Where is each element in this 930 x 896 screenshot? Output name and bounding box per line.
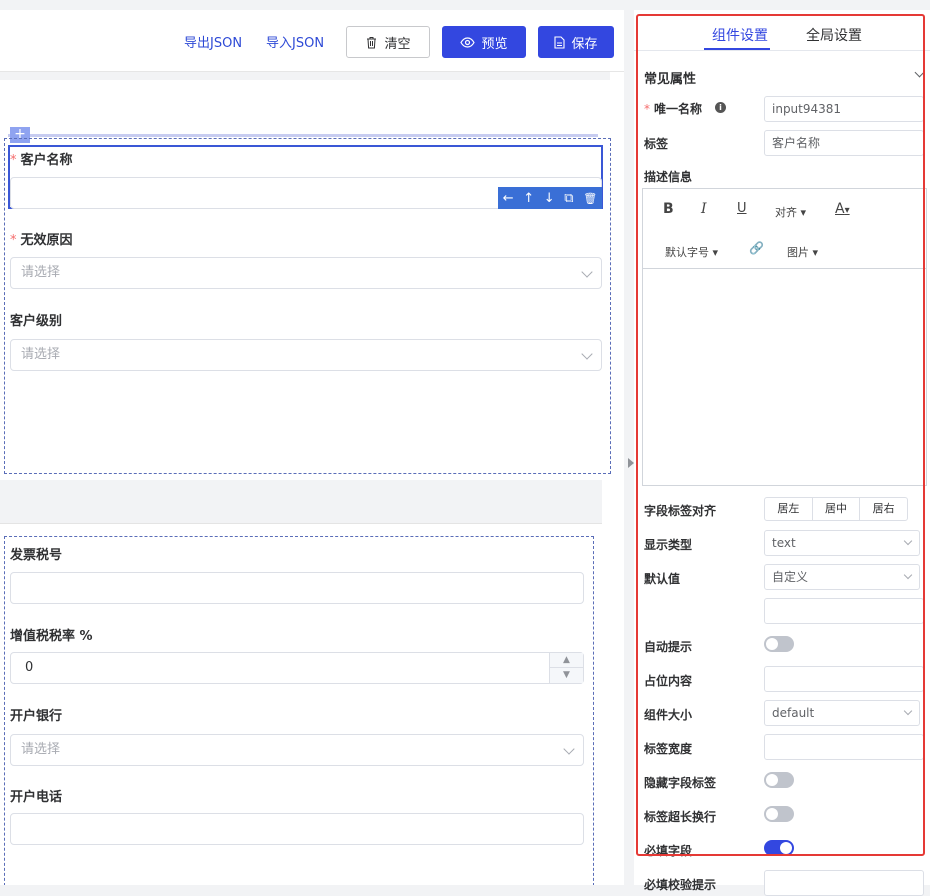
hide-label-label: 隐藏字段标签: [644, 776, 717, 790]
vat-rate-number-input[interactable]: 0 ▲ ▼: [10, 652, 584, 684]
panel-resize-handle[interactable]: [624, 10, 634, 885]
bold-icon[interactable]: B: [663, 201, 674, 217]
wrap-label-label: 标签超长换行: [644, 810, 717, 824]
copy-icon[interactable]: ⧉: [564, 191, 573, 206]
display-type-select[interactable]: text: [764, 530, 920, 556]
font-color-icon[interactable]: A▾: [835, 201, 850, 217]
required-field-switch[interactable]: [764, 840, 794, 856]
required-field-label: 必填字段: [644, 844, 693, 858]
settings-panel: 组件设置 全局设置 常见属性 * 唯一名称 i input94381 标签 客户名…: [634, 10, 930, 896]
chevron-down-icon: [581, 348, 593, 360]
component-size-select[interactable]: default: [764, 700, 920, 726]
image-dropdown[interactable]: 图片 ▾: [787, 244, 818, 260]
align-left-option[interactable]: 居左: [765, 498, 813, 520]
placeholder-input[interactable]: [764, 666, 924, 692]
drop-indicator: [8, 134, 598, 137]
label-width-input[interactable]: [764, 734, 924, 760]
bank-select[interactable]: 请选择: [10, 734, 584, 766]
chevron-down-icon: [563, 743, 575, 755]
section-title[interactable]: 常见属性: [644, 68, 696, 87]
number-stepper[interactable]: ▲ ▼: [549, 653, 583, 683]
arrow-left-icon[interactable]: ←: [503, 191, 514, 206]
font-size-dropdown[interactable]: 默认字号 ▾: [665, 244, 718, 260]
placeholder-label: 占位内容: [644, 674, 693, 688]
label-align-segmented: 居左 居中 居右: [764, 497, 908, 521]
label-input[interactable]: 客户名称: [764, 130, 924, 156]
underline-icon[interactable]: U: [737, 201, 747, 216]
field-label-customer-level: 客户级别: [10, 314, 63, 329]
align-right-option[interactable]: 居右: [860, 498, 907, 520]
field-label-bank: 开户银行: [10, 709, 63, 724]
unique-name-label: * 唯一名称: [644, 102, 703, 116]
label-width-label: 标签宽度: [644, 742, 693, 756]
tab-component-settings[interactable]: 组件设置: [712, 25, 768, 45]
stepper-up-icon[interactable]: ▲: [550, 653, 583, 668]
default-value-input[interactable]: [764, 598, 924, 624]
canvas-body: + * 客户名称 ← ↑ ↓ ⧉ 🗑 * 无效原因 请选择 客户级别 请选择 发票税…: [0, 10, 624, 885]
chevron-down-icon: [903, 570, 913, 580]
section-separator: [0, 480, 602, 524]
arrow-up-icon[interactable]: ↑: [523, 191, 534, 206]
align-dropdown[interactable]: 对齐 ▾: [775, 204, 806, 220]
autocomplete-label: 自动提示: [644, 640, 693, 654]
canvas-strip: [0, 72, 610, 80]
wrap-label-switch[interactable]: [764, 806, 794, 822]
label-field-label: 标签: [644, 137, 669, 151]
chevron-down-icon: [581, 266, 593, 278]
italic-icon[interactable]: I: [701, 201, 707, 217]
stepper-down-icon[interactable]: ▼: [550, 668, 583, 683]
default-value-label: 默认值: [644, 572, 681, 586]
info-icon[interactable]: i: [715, 102, 726, 113]
delete-icon[interactable]: 🗑: [583, 192, 597, 205]
label-align-label: 字段标签对齐: [644, 504, 717, 518]
default-value-select[interactable]: 自定义: [764, 564, 920, 590]
chevron-down-icon: [903, 706, 913, 716]
field-label-invalid-reason: * 无效原因: [10, 233, 73, 248]
component-size-label: 组件大小: [644, 708, 693, 722]
autocomplete-switch[interactable]: [764, 636, 794, 652]
description-label: 描述信息: [644, 170, 693, 184]
invalid-reason-select[interactable]: 请选择: [10, 257, 602, 289]
hide-label-switch[interactable]: [764, 772, 794, 788]
align-center-option[interactable]: 居中: [813, 498, 861, 520]
arrow-down-icon[interactable]: ↓: [544, 191, 555, 206]
tax-number-input[interactable]: [10, 572, 584, 604]
field-label-phone: 开户电话: [10, 790, 63, 805]
unique-name-input[interactable]: input94381: [764, 96, 924, 122]
field-label-vat-rate: 增值税税率 %: [10, 629, 93, 644]
field-action-bar: ← ↑ ↓ ⧉ 🗑: [498, 187, 602, 209]
phone-input[interactable]: [10, 813, 584, 845]
link-icon[interactable]: 🔗: [749, 241, 764, 255]
chevron-down-icon: [903, 536, 913, 546]
tabs-divider: [634, 50, 930, 51]
required-message-input[interactable]: [764, 870, 924, 896]
top-strip: [0, 0, 930, 10]
customer-level-select[interactable]: 请选择: [10, 339, 602, 371]
rich-text-editor[interactable]: B I U 对齐 ▾ A▾ 默认字号 ▾ 🔗 图片 ▾: [642, 188, 927, 486]
editor-toolbar: B I U 对齐 ▾ A▾ 默认字号 ▾ 🔗 图片 ▾: [643, 189, 926, 269]
chevron-down-icon[interactable]: [914, 67, 925, 78]
tab-global-settings[interactable]: 全局设置: [806, 25, 862, 45]
field-label-customer-name: * 客户名称: [10, 153, 73, 168]
field-label-tax-number: 发票税号: [10, 548, 63, 563]
display-type-label: 显示类型: [644, 538, 693, 552]
